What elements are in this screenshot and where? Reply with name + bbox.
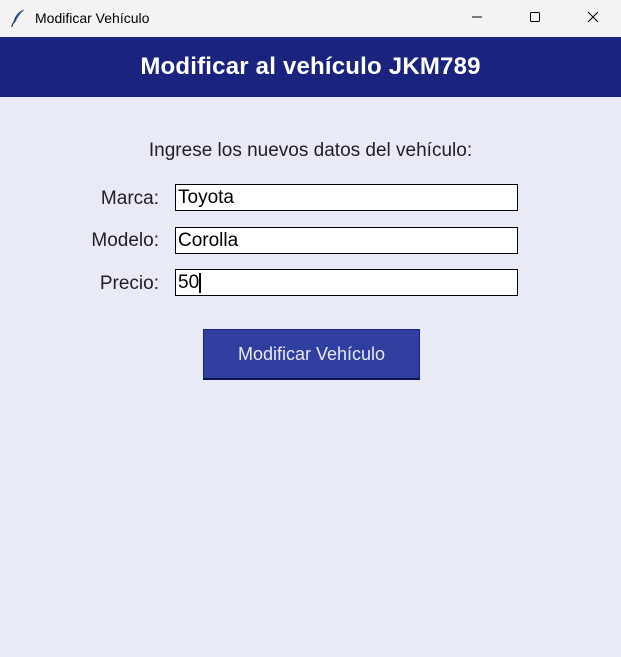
page-title: Modificar al vehículo JKM789 [140,53,481,80]
app-window: Modificar Vehículo Modificar al vehículo… [0,0,621,657]
marca-label: Marca: [100,188,159,209]
header-banner: Modificar al vehículo JKM789 [0,37,621,97]
modelo-label: Modelo: [91,230,159,251]
precio-label: Precio: [99,273,159,294]
close-icon [587,10,599,28]
feather-icon [11,9,25,28]
maximize-icon [529,10,541,28]
window-title: Modificar Vehículo [35,10,150,26]
minimize-button[interactable] [454,0,500,37]
maximize-button[interactable] [512,0,558,37]
precio-input[interactable] [175,269,518,296]
title-bar[interactable]: Modificar Vehículo [0,0,621,37]
modelo-input[interactable] [175,227,518,254]
marca-input[interactable] [175,184,518,211]
modify-vehicle-button[interactable]: Modificar Vehículo [203,329,420,380]
close-button[interactable] [570,0,616,37]
form-instruction: Ingrese los nuevos datos del vehículo: [148,140,473,161]
text-cursor [199,273,201,293]
minimize-icon [471,10,483,28]
